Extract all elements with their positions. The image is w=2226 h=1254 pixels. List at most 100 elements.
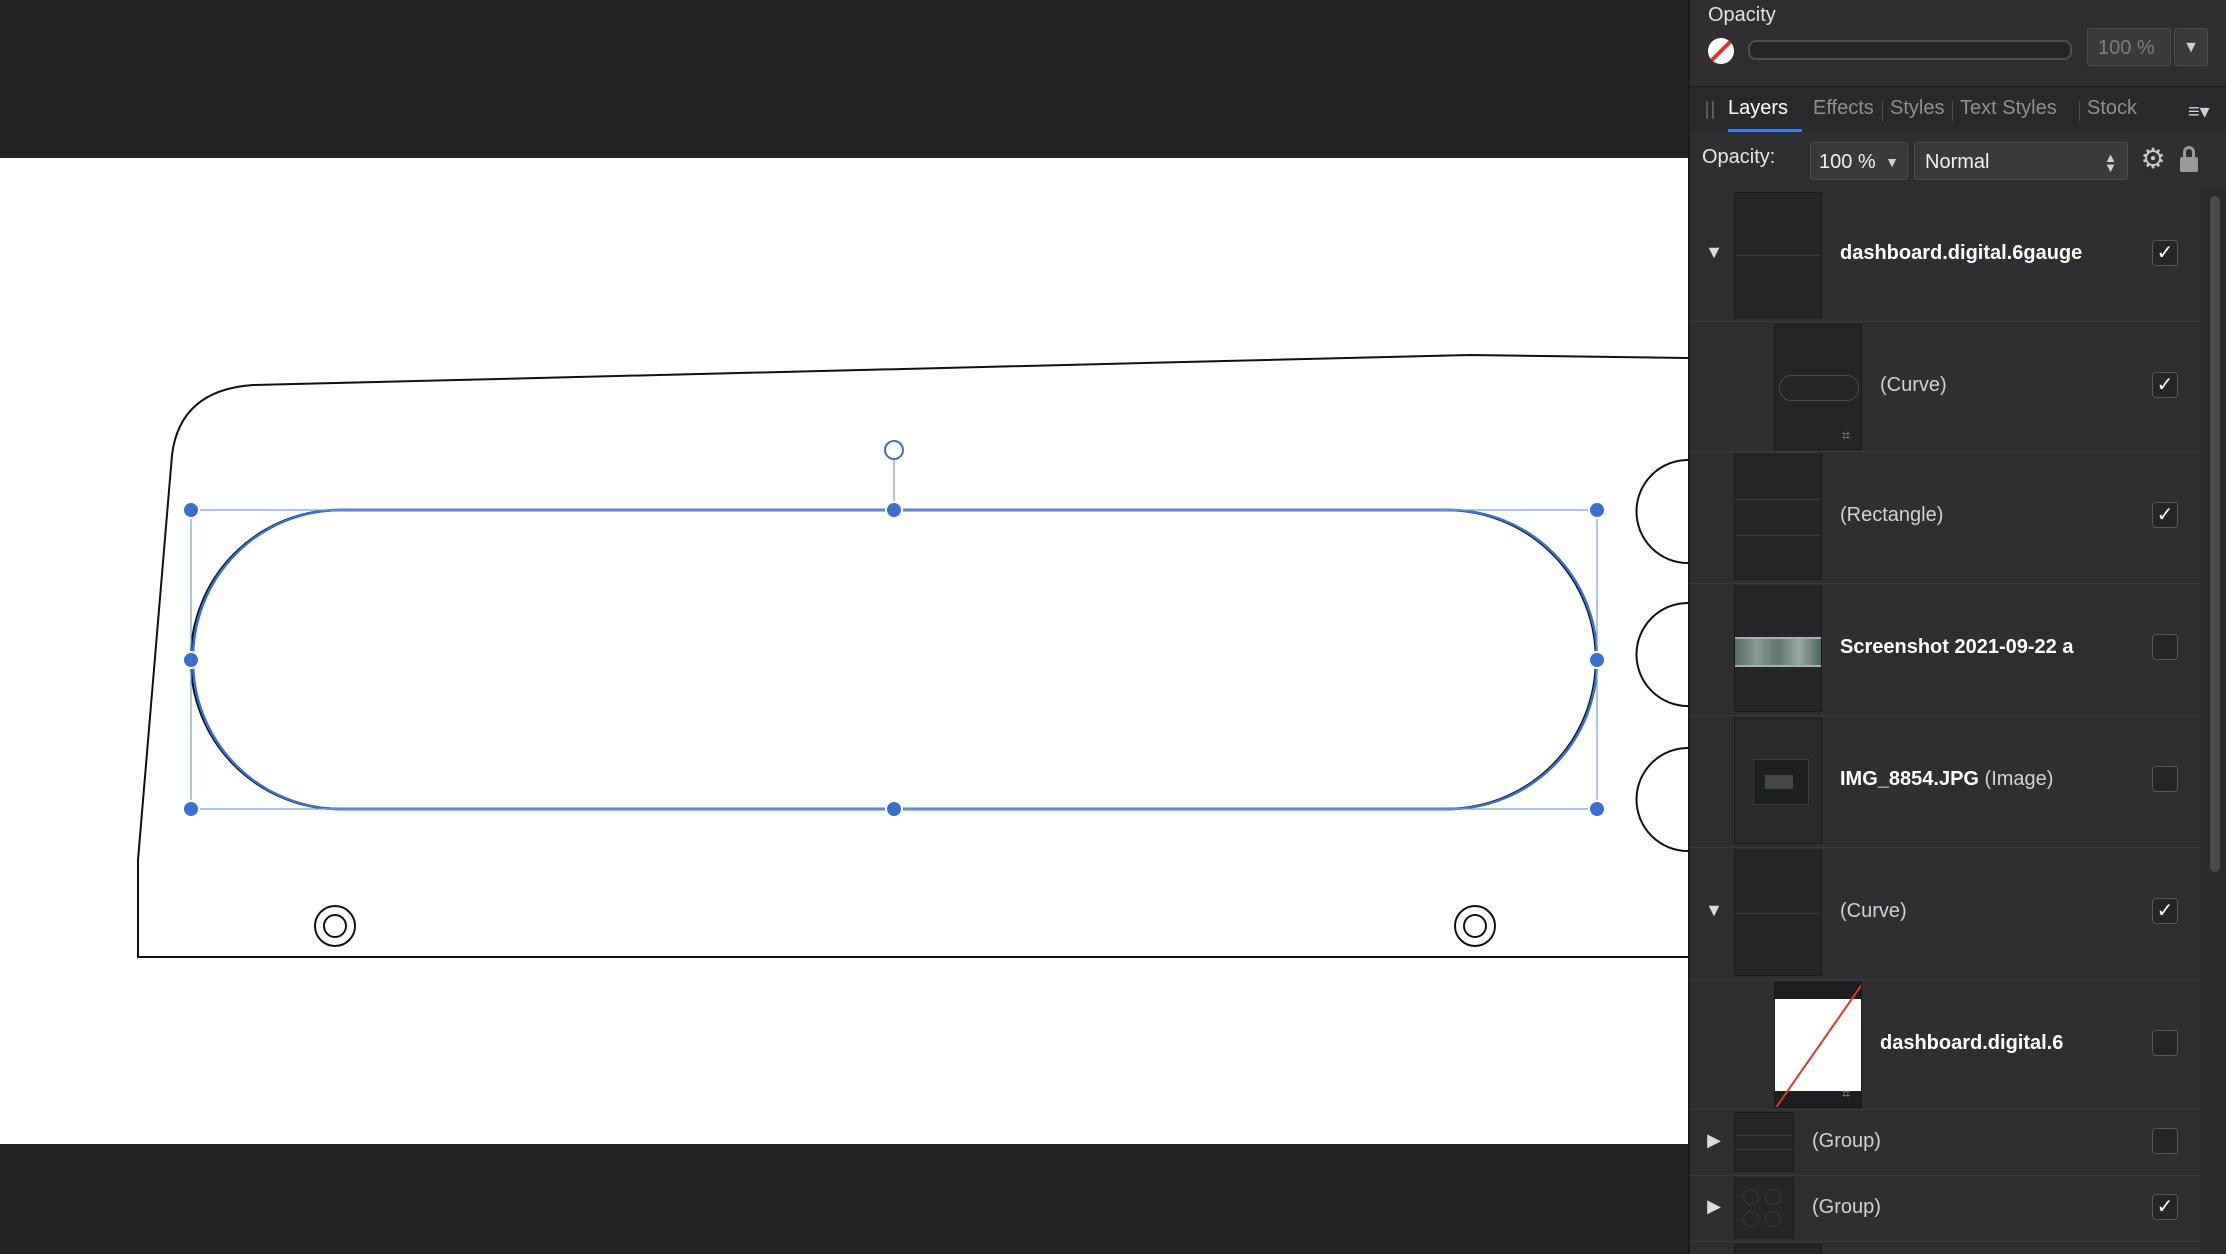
gauge-circle-1 <box>1635 459 1688 564</box>
tab-separator <box>2079 101 2080 121</box>
crop-icon: ⌗ <box>1841 1085 1851 1102</box>
layers-scrollbar[interactable] <box>2200 190 2226 1254</box>
layer-row[interactable]: Screenshot 2021-09-22 a <box>1690 584 2200 716</box>
layer-thumbnail <box>1734 718 1822 844</box>
layer-name: IMG_8854.JPG (Image) <box>1840 768 2053 791</box>
layer-visibility-checkbox[interactable]: ✓ <box>2152 240 2178 266</box>
layer-thumbnail: ⌗ <box>1774 324 1862 450</box>
layer-row[interactable]: ⌗ (Curve) ✓ <box>1690 322 2200 452</box>
handle-bottom-right <box>1588 800 1606 818</box>
opacity-section: Opacity 100 % ▼ <box>1690 0 2226 80</box>
layer-visibility-checkbox[interactable] <box>2152 1128 2178 1154</box>
gauge-circle-2 <box>1635 602 1688 707</box>
studio-tabs-bar: Layers Effects Styles Text Styles Stock … <box>1690 86 2226 134</box>
layer-name: (Curve) <box>1840 900 1907 922</box>
layer-opacity-label: Opacity: <box>1702 146 1776 168</box>
scrollbar-thumb[interactable] <box>2210 196 2220 872</box>
tab-styles[interactable]: Styles <box>1890 97 1944 120</box>
layer-opacity-field[interactable]: 100 % ▼ <box>1810 142 1908 180</box>
layer-row[interactable]: ▶ (Group) <box>1690 1110 2200 1176</box>
selected-pill-curve <box>191 508 1599 811</box>
opacity-dropdown-button[interactable]: ▼ <box>2174 28 2208 66</box>
layer-name-text: IMG_8854.JPG <box>1840 768 1979 790</box>
blend-mode-value: Normal <box>1925 151 1990 173</box>
layer-thumbnail <box>1734 850 1822 976</box>
layer-thumbnail <box>1734 586 1822 712</box>
layer-visibility-checkbox[interactable] <box>2152 634 2178 660</box>
selection-bounding-box <box>190 509 1598 810</box>
artboard-drawing[interactable] <box>0 158 1688 1144</box>
layer-name: (Curve) <box>1880 374 1947 396</box>
blend-mode-select[interactable]: Normal ▲ ▼ <box>1914 142 2128 180</box>
layer-visibility-checkbox[interactable]: ✓ <box>2152 898 2178 924</box>
layer-options-bar: Opacity: 100 % ▼ Normal ▲ ▼ ⚙ <box>1690 132 2226 188</box>
right-studio-panel: Opacity 100 % ▼ Layers Effects Styles Te… <box>1688 0 2226 1254</box>
expand-triangle-down-icon[interactable]: ▼ <box>1704 900 1724 921</box>
layer-row[interactable]: ▶ (Group) ✓ <box>1690 1176 2200 1242</box>
chevron-down-icon: ▼ <box>1885 154 1899 170</box>
crop-icon: ⌗ <box>1841 427 1851 444</box>
lock-icon[interactable] <box>2178 146 2200 174</box>
opacity-slider[interactable] <box>1748 40 2072 60</box>
mounting-hole-left <box>314 905 356 947</box>
canvas-area[interactable] <box>0 0 1688 1254</box>
layer-row[interactable]: ▼ dashboard.digital.6gauge ✓ <box>1690 190 2200 322</box>
layer-row[interactable]: (Rectangle) ✓ <box>1690 452 2200 584</box>
handle-top-center <box>885 501 903 519</box>
selected-pill-curve-shadow <box>189 508 1598 811</box>
layer-visibility-checkbox[interactable]: ✓ <box>2152 1194 2178 1220</box>
handle-bottom-center <box>885 800 903 818</box>
layer-name: dashboard.digital.6 <box>1880 1032 2064 1054</box>
opacity-value-field[interactable]: 100 % <box>2087 28 2171 66</box>
layer-visibility-checkbox[interactable] <box>2152 1030 2178 1056</box>
tab-separator <box>1952 101 1953 121</box>
tab-text-styles[interactable]: Text Styles <box>1960 97 2057 120</box>
tab-layers[interactable]: Layers <box>1728 97 1788 120</box>
panel-grip-handle[interactable] <box>1706 101 1714 119</box>
expand-triangle-down-icon[interactable]: ▼ <box>1704 242 1724 263</box>
handle-top-right <box>1588 501 1606 519</box>
mounting-hole-right <box>1454 905 1496 947</box>
dashboard-outline-curve <box>137 353 1688 958</box>
layer-opacity-value: 100 % <box>1819 151 1876 173</box>
handle-middle-right <box>1588 651 1606 669</box>
rotation-handle <box>884 440 904 460</box>
tab-separator <box>1882 101 1883 121</box>
layer-thumbnail: ⌗ <box>1774 982 1862 1108</box>
opacity-title: Opacity <box>1708 4 1776 26</box>
layer-thumbnail <box>1734 454 1822 580</box>
artboard[interactable] <box>0 158 1688 1144</box>
gear-icon[interactable]: ⚙ <box>2138 144 2168 174</box>
no-fill-icon[interactable] <box>1708 38 1734 64</box>
expand-triangle-right-icon[interactable]: ▶ <box>1704 1196 1724 1217</box>
layer-row[interactable]: IMG_8854.JPG (Image) <box>1690 716 2200 848</box>
layer-name: Screenshot 2021-09-22 a <box>1840 636 2074 658</box>
panel-menu-icon[interactable]: ≡▾ <box>2188 99 2214 123</box>
handle-top-left <box>182 501 200 519</box>
tab-effects[interactable]: Effects <box>1813 97 1874 120</box>
expand-triangle-right-icon[interactable]: ▶ <box>1704 1130 1724 1151</box>
stepper-arrows-icon: ▲ ▼ <box>2104 150 2117 175</box>
layer-visibility-checkbox[interactable] <box>2152 766 2178 792</box>
chevron-down-icon: ▼ <box>2183 39 2199 56</box>
layer-visibility-checkbox[interactable]: ✓ <box>2152 502 2178 528</box>
layer-row[interactable]: ▼ (Curve) ✓ <box>1690 848 2200 980</box>
handle-bottom-left <box>182 800 200 818</box>
layer-thumbnail <box>1734 1178 1794 1238</box>
tab-stock[interactable]: Stock <box>2087 97 2137 120</box>
layer-row-partial[interactable] <box>1690 1242 2200 1254</box>
handle-middle-left <box>182 651 200 669</box>
layer-thumbnail <box>1734 192 1822 318</box>
layer-type-label: (Image) <box>1984 768 2054 790</box>
layer-visibility-checkbox[interactable]: ✓ <box>2152 372 2178 398</box>
gauge-circle-3 <box>1635 747 1688 852</box>
layers-list[interactable]: ▼ dashboard.digital.6gauge ✓ ⌗ (Curve) ✓… <box>1690 190 2200 1254</box>
layer-row[interactable]: ⌗ dashboard.digital.6 <box>1690 980 2200 1110</box>
layer-name: (Group) <box>1812 1130 1881 1152</box>
layer-name: dashboard.digital.6gauge <box>1840 242 2083 264</box>
layer-thumbnail <box>1734 1244 1822 1254</box>
layer-name: (Group) <box>1812 1196 1881 1218</box>
resize-handles <box>182 501 1606 818</box>
layer-thumbnail <box>1734 1112 1794 1172</box>
layer-name: (Rectangle) <box>1840 504 1944 526</box>
